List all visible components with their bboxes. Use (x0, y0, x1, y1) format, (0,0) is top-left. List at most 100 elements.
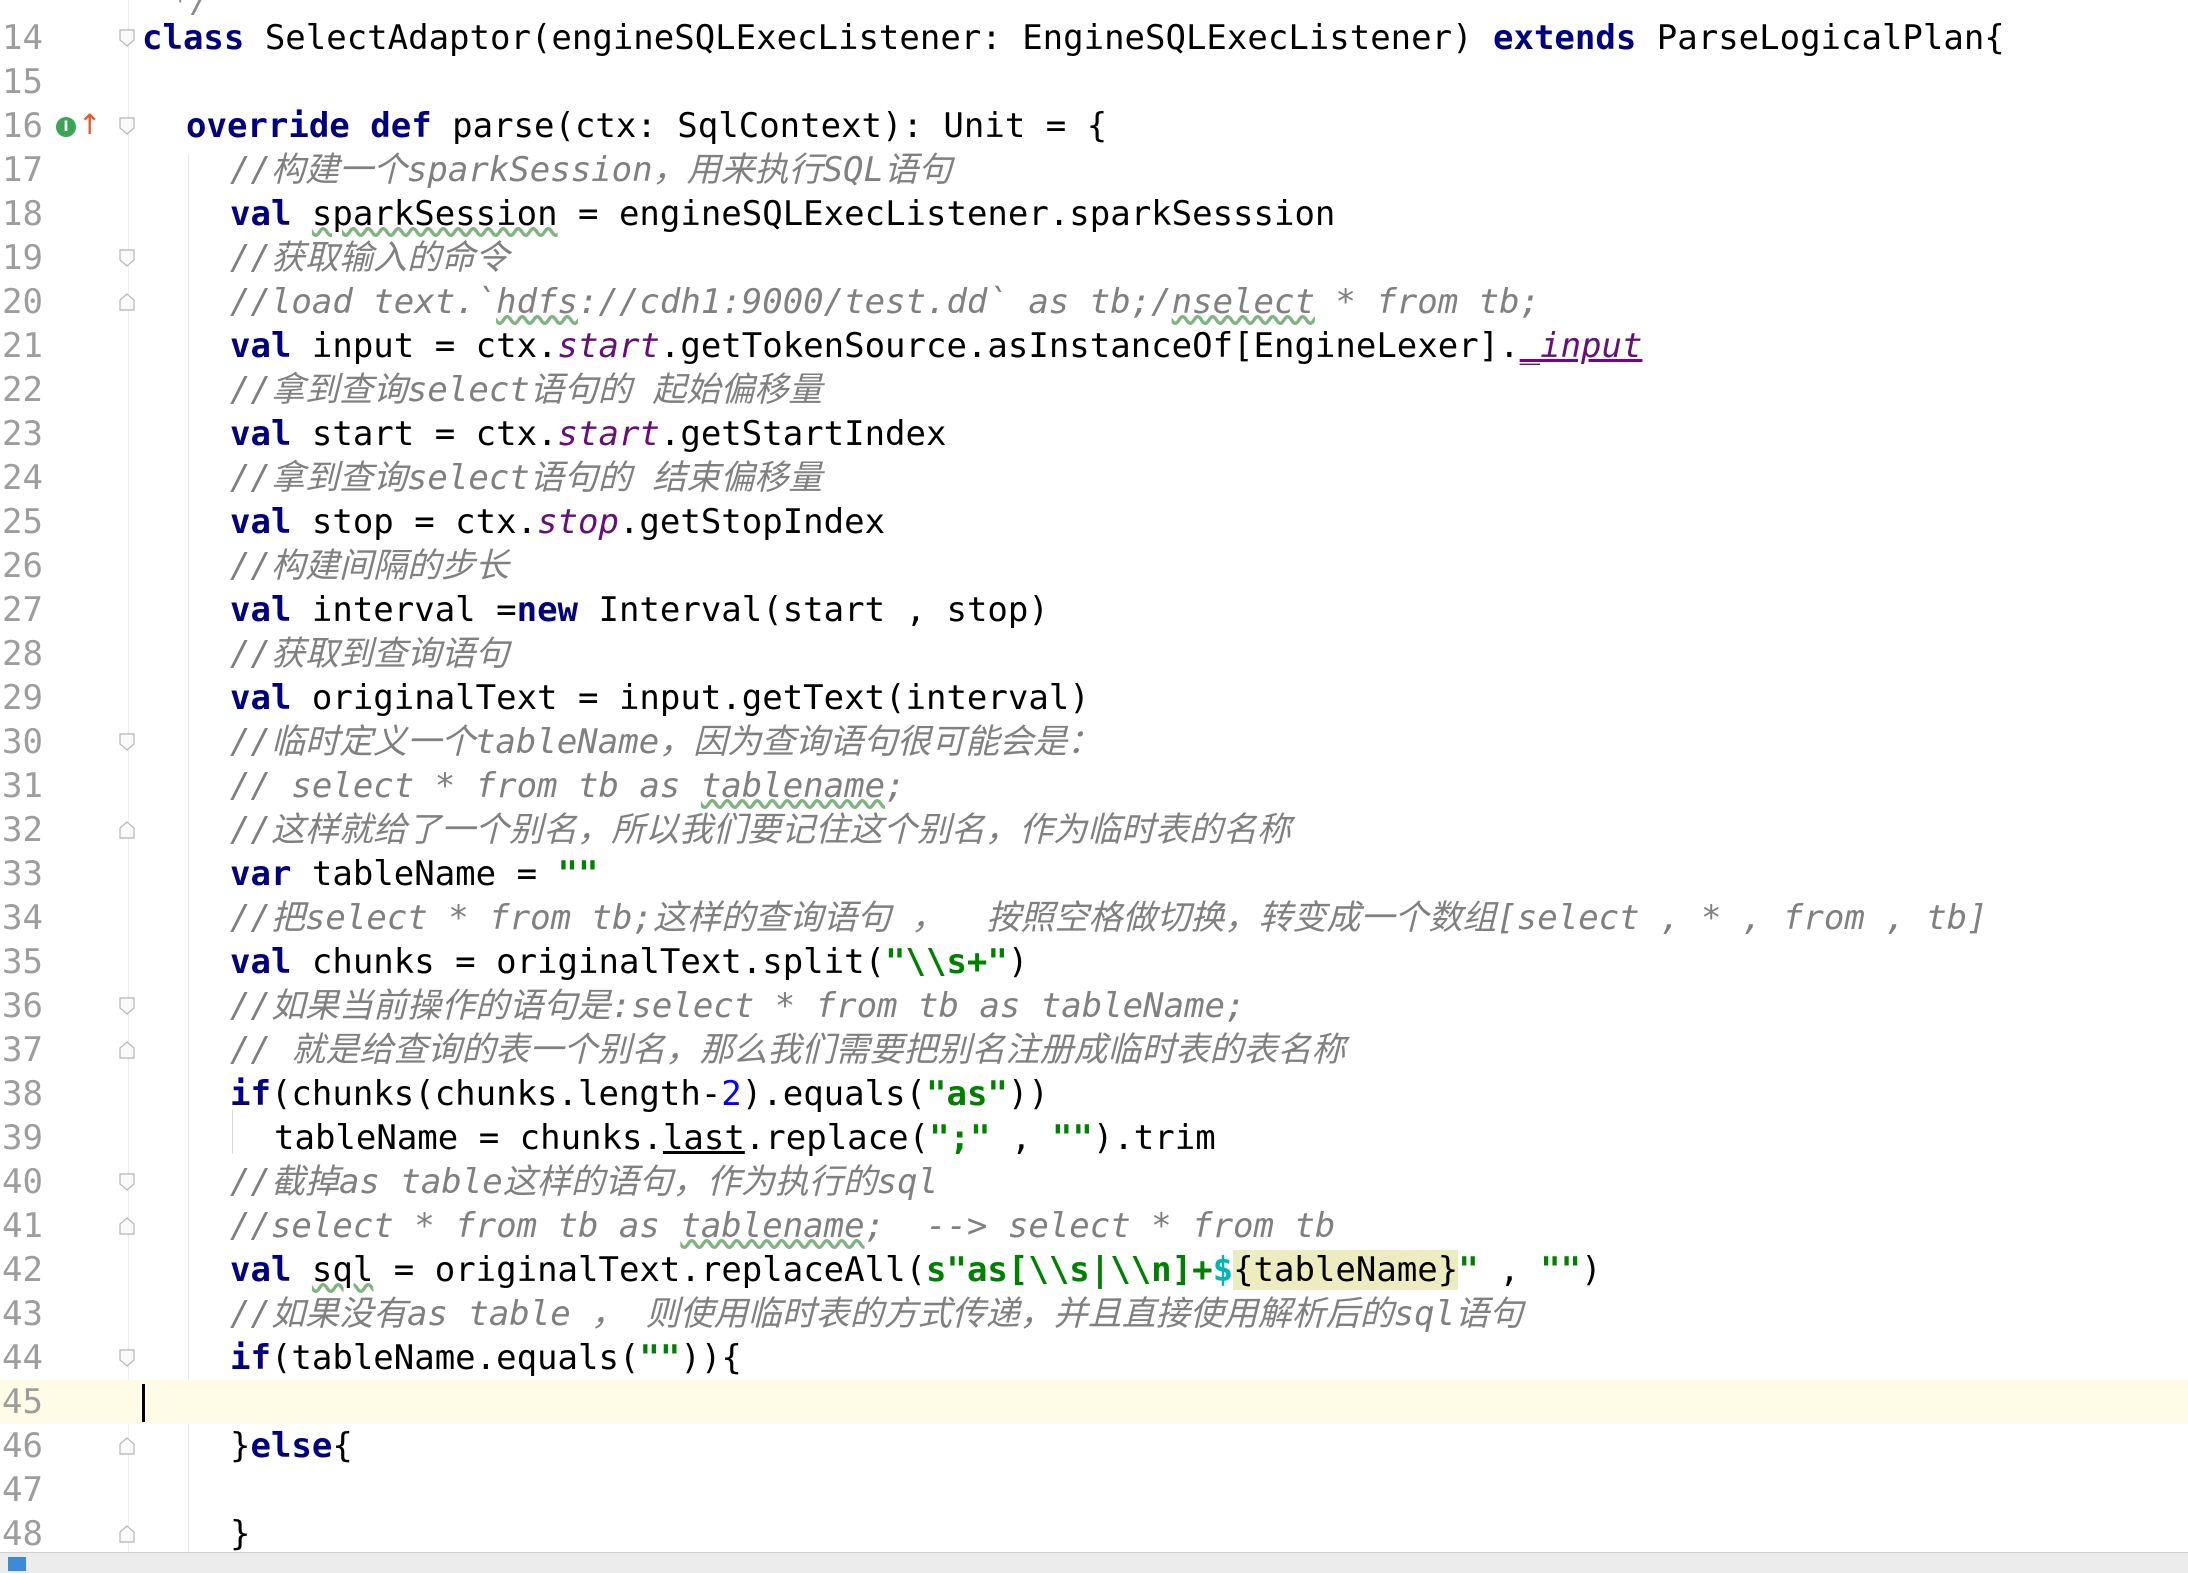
line-number: 37 (2, 1030, 43, 1070)
code-line-29[interactable]: 29 val originalText = input.getText(inte… (0, 676, 2188, 720)
fold-end-icon[interactable] (118, 1436, 136, 1456)
line-number: 42 (2, 1250, 43, 1290)
line-number: 44 (2, 1338, 43, 1378)
line-number: 22 (2, 370, 43, 410)
code-comment: //获取输入的命令 (230, 238, 509, 278)
code-text: if(chunks(chunks.length-2).equals("as")) (230, 1074, 1049, 1114)
line-number: 16 (2, 106, 43, 146)
code-comment: //select * from tb as tablename; --> sel… (230, 1206, 1336, 1246)
fold-arrow-icon[interactable] (118, 996, 136, 1016)
code-line-44[interactable]: 44 if(tableName.equals("")){ (0, 1336, 2188, 1380)
code-line-30[interactable]: 30 //临时定义一个tableName，因为查询语句很可能会是： (0, 720, 2188, 764)
code-comment: //获取到查询语句 (230, 634, 509, 674)
code-line-25[interactable]: 25 val stop = ctx.stop.getStopIndex (0, 500, 2188, 544)
code-comment: //构建间隔的步长 (230, 546, 509, 586)
code-line-20[interactable]: 20 //load text.`hdfs://cdh1:9000/test.dd… (0, 280, 2188, 324)
fold-arrow-icon[interactable] (118, 1348, 136, 1368)
code-line-26[interactable]: 26 //构建间隔的步长 (0, 544, 2188, 588)
line-number: 15 (2, 62, 43, 102)
code-line-28[interactable]: 28 //获取到查询语句 (0, 632, 2188, 676)
code-comment: //把select * from tb;这样的查询语句 ， 按照空格做切换，转变… (230, 898, 1988, 938)
line-number: 19 (2, 238, 43, 278)
code-line-42[interactable]: 42 val sql = originalText.replaceAll(s"a… (0, 1248, 2188, 1292)
code-text: val interval =new Interval(start , stop) (230, 590, 1049, 630)
code-text: override def parse(ctx: SqlContext): Uni… (186, 106, 1108, 146)
code-line-38[interactable]: 38 if(chunks(chunks.length-2).equals("as… (0, 1072, 2188, 1116)
code-line-47[interactable]: 47 (0, 1468, 2188, 1512)
code-line-46[interactable]: 46 }else{ (0, 1424, 2188, 1468)
line-number: 17 (2, 150, 43, 190)
code-line-39[interactable]: 39 tableName = chunks.last.replace(";" ,… (0, 1116, 2188, 1160)
code-line-23[interactable]: 23 val start = ctx.start.getStartIndex (0, 412, 2188, 456)
code-line-33[interactable]: 33 var tableName = "" (0, 852, 2188, 896)
fold-end-icon[interactable] (118, 820, 136, 840)
code-line-24[interactable]: 24 //拿到查询select语句的 结束偏移量 (0, 456, 2188, 500)
fold-arrow-icon[interactable] (118, 28, 136, 48)
code-line-21[interactable]: 21 val input = ctx.start.getTokenSource.… (0, 324, 2188, 368)
fold-end-icon[interactable] (118, 292, 136, 312)
code-line-22[interactable]: 22 //拿到查询select语句的 起始偏移量 (0, 368, 2188, 412)
code-line-43[interactable]: 43 //如果没有as table ， 则使用临时表的方式传递，并且直接使用解析… (0, 1292, 2188, 1336)
code-text: if(tableName.equals("")){ (230, 1338, 742, 1378)
line-number: 21 (2, 326, 43, 366)
fold-arrow-icon[interactable] (118, 1172, 136, 1192)
code-line-19[interactable]: 19 //获取输入的命令 (0, 236, 2188, 280)
fold-end-icon[interactable] (118, 1040, 136, 1060)
code-comment: //构建一个sparkSession，用来执行SQL语句 (230, 150, 952, 190)
code-line-31[interactable]: 31 // select * from tb as tablename; (0, 764, 2188, 808)
code-line-34[interactable]: 34 //把select * from tb;这样的查询语句 ， 按照空格做切换… (0, 896, 2188, 940)
code-line-35[interactable]: 35 val chunks = originalText.split("\\s+… (0, 940, 2188, 984)
code-line-14[interactable]: 14 class SelectAdaptor(engineSQLExecList… (0, 16, 2188, 60)
code-line-16[interactable]: 16 I ↑ override def parse(ctx: SqlContex… (0, 104, 2188, 148)
override-arrow-icon[interactable]: ↑ (78, 110, 101, 140)
code-text: val stop = ctx.stop.getStopIndex (230, 502, 886, 542)
fold-end-icon[interactable] (118, 1524, 136, 1544)
line-number: 48 (2, 1514, 43, 1552)
code-line-36[interactable]: 36 //如果当前操作的语句是:select * from tb as tabl… (0, 984, 2188, 1028)
code-line-41[interactable]: 41 //select * from tb as tablename; --> … (0, 1204, 2188, 1248)
code-text: }else{ (230, 1426, 353, 1466)
code-comment: // select * from tb as tablename; (230, 766, 906, 806)
line-number: 38 (2, 1074, 43, 1114)
code-line-17[interactable]: 17 //构建一个sparkSession，用来执行SQL语句 (0, 148, 2188, 192)
code-text: val start = ctx.start.getStartIndex (230, 414, 947, 454)
line-number: 31 (2, 766, 43, 806)
fold-arrow-icon[interactable] (118, 248, 136, 268)
partial-comment: */ (170, 0, 211, 21)
code-comment: //load text.`hdfs://cdh1:9000/test.dd` a… (230, 282, 1541, 322)
line-number: 39 (2, 1118, 43, 1158)
fold-arrow-icon[interactable] (118, 116, 136, 136)
status-indicator-icon (8, 1557, 26, 1571)
code-comment: //这样就给了一个别名，所以我们要记住这个别名，作为临时表的名称 (230, 810, 1291, 850)
code-line-15[interactable]: 15 (0, 60, 2188, 104)
code-line-45-current[interactable]: 45 (0, 1380, 2188, 1424)
code-text: val sparkSession = engineSQLExecListener… (230, 194, 1336, 234)
code-line-37[interactable]: 37 // 就是给查询的表一个别名，那么我们需要把别名注册成临时表的表名称 (0, 1028, 2188, 1072)
line-number: 14 (2, 18, 43, 58)
line-number: 35 (2, 942, 43, 982)
code-line-27[interactable]: 27 val interval =new Interval(start , st… (0, 588, 2188, 632)
code-line-32[interactable]: 32 //这样就给了一个别名，所以我们要记住这个别名，作为临时表的名称 (0, 808, 2188, 852)
fold-arrow-icon[interactable] (118, 732, 136, 752)
line-number: 41 (2, 1206, 43, 1246)
code-comment: //拿到查询select语句的 起始偏移量 (230, 370, 823, 410)
code-text: val chunks = originalText.split("\\s+") (230, 942, 1029, 982)
fold-end-icon[interactable] (118, 1216, 136, 1236)
line-number: 29 (2, 678, 43, 718)
line-number: 33 (2, 854, 43, 894)
line-number: 23 (2, 414, 43, 454)
line-number: 25 (2, 502, 43, 542)
code-comment: //如果没有as table ， 则使用临时表的方式传递，并且直接使用解析后的s… (230, 1294, 1524, 1334)
line-number: 20 (2, 282, 43, 322)
code-line-40[interactable]: 40 //截掉as table这样的语句，作为执行的sql (0, 1160, 2188, 1204)
code-line-48[interactable]: 48 } (0, 1512, 2188, 1552)
implements-icon[interactable]: I (56, 117, 76, 137)
code-comment: //截掉as table这样的语句，作为执行的sql (230, 1162, 939, 1202)
line-number: 36 (2, 986, 43, 1026)
code-text: var tableName = "" (230, 854, 599, 894)
line-number: 18 (2, 194, 43, 234)
code-editor[interactable]: 14 class SelectAdaptor(engineSQLExecList… (0, 0, 2188, 1552)
line-number: 47 (2, 1470, 43, 1510)
line-number: 24 (2, 458, 43, 498)
code-line-18[interactable]: 18 val sparkSession = engineSQLExecListe… (0, 192, 2188, 236)
